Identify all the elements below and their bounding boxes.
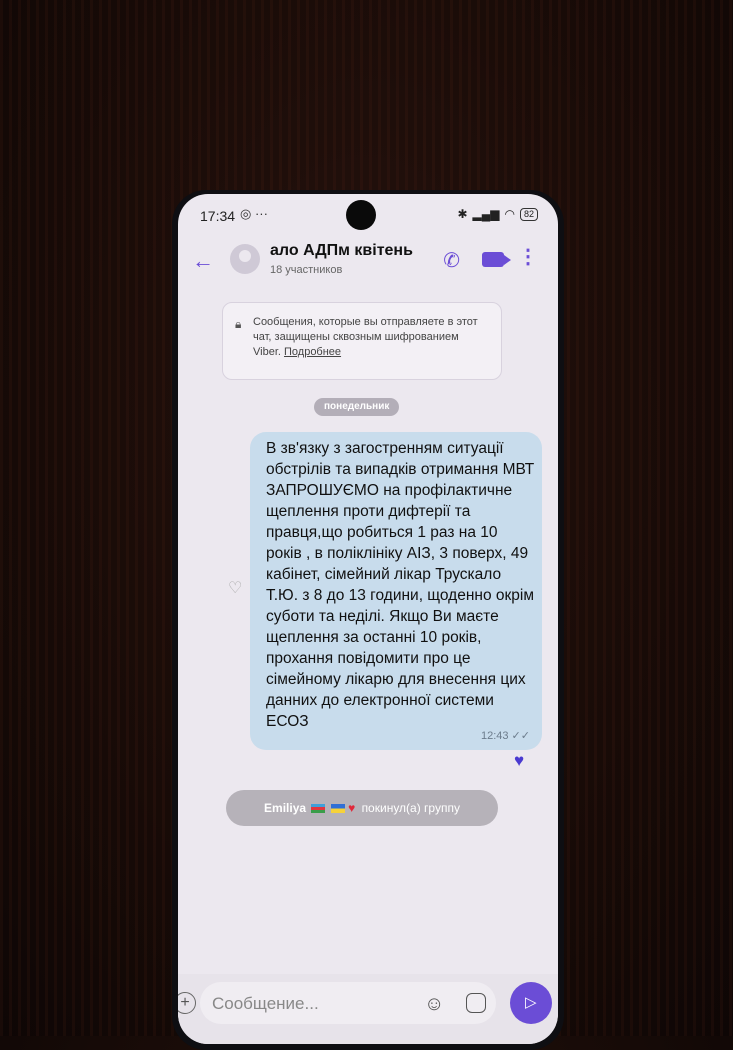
battery-icon: 82 <box>519 207 538 221</box>
learn-more-link[interactable]: Подробнее <box>284 346 341 358</box>
status-time: 17:34 <box>200 208 236 224</box>
message-bubble[interactable]: В зв'язку з загостренням ситуації обстрі… <box>250 432 542 750</box>
ukraine-flag-icon <box>330 804 345 814</box>
group-avatar[interactable] <box>230 244 260 274</box>
more-options-icon[interactable]: ⋮ <box>518 244 538 269</box>
message-input[interactable]: Сообщение... ☺ <box>200 982 496 1024</box>
date-divider: понедельник <box>314 398 400 416</box>
signal-icon: ▂▄▆ <box>472 207 500 221</box>
chat-header: ← ало АДПм квітень 18 участников ✆ ⋮ <box>178 234 558 290</box>
message-time: 12:43 ✓✓ <box>480 730 530 742</box>
wifi-icon: ◠ <box>504 207 515 221</box>
emoji-icon[interactable]: ☺ <box>424 993 444 1016</box>
sticker-icon[interactable] <box>466 993 486 1013</box>
status-bar: 17:34 ◎ ··· ✱ ▂▄▆ ◠ 82 <box>178 194 558 234</box>
camera-hole <box>346 200 376 230</box>
like-heart-outline-icon[interactable]: ♡ <box>228 578 242 598</box>
red-heart-icon: ♥ <box>348 801 356 815</box>
message-composer: + Сообщение... ☺ <box>178 974 558 1044</box>
encryption-text: Сообщения, которые вы отправляете в этот… <box>253 315 488 360</box>
system-message: Emiliya ♥ покинул(а) группу <box>226 790 498 826</box>
system-message-user: Emiliya <box>264 801 307 815</box>
lock-icon: 🔒︎ <box>235 317 242 331</box>
status-icons: ✱ ▂▄▆ ◠ 82 <box>457 207 538 221</box>
encryption-notice: 🔒︎ Сообщения, которые вы отправляете в э… <box>222 302 502 380</box>
azerbaijan-flag-icon <box>311 804 326 814</box>
status-extra-icons: ◎ ··· <box>240 206 268 221</box>
system-message-text: покинул(а) группу <box>361 801 460 815</box>
voice-send-button[interactable] <box>510 982 552 1024</box>
back-arrow-icon[interactable]: ← <box>192 248 214 274</box>
bluetooth-icon: ✱ <box>457 207 468 221</box>
message-input-placeholder: Сообщение... <box>212 994 319 1013</box>
chat-title[interactable]: ало АДПм квітень <box>270 242 413 260</box>
video-call-icon[interactable] <box>482 252 511 267</box>
participants-count: 18 участников <box>270 264 343 276</box>
add-attachment-icon[interactable]: + <box>178 992 196 1014</box>
phone-screen: 17:34 ◎ ··· ✱ ▂▄▆ ◠ 82 ← ало АДПм квітен… <box>178 194 558 1044</box>
message-text: В зв'язку з загостренням ситуації обстрі… <box>266 440 535 730</box>
like-heart-filled-icon[interactable]: ♥ <box>514 751 524 771</box>
phone-call-icon[interactable]: ✆ <box>443 248 460 273</box>
